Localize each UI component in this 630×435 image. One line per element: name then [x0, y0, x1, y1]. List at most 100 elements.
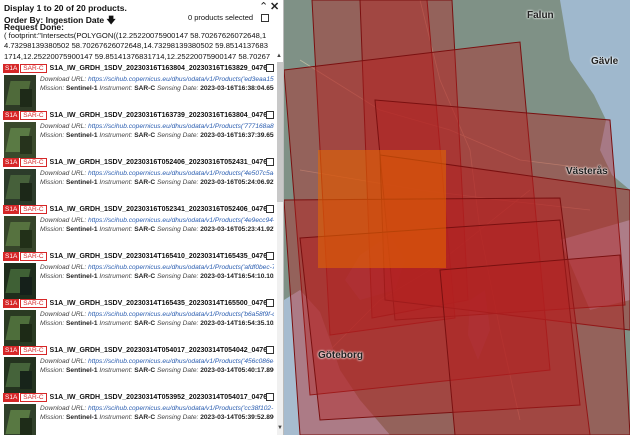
- download-url-link[interactable]: https://scihub.copernicus.eu/dhus/odata/…: [88, 123, 274, 130]
- mission-label: Mission:: [40, 132, 65, 139]
- products-panel: Display 1 to 20 of 20 products. Order By…: [0, 0, 284, 435]
- product-item[interactable]: S1A SAR-C S1A_IW_GRDH_1SDV_20230314T165435…: [3, 298, 274, 346]
- instrument-badge: SAR-C: [20, 204, 47, 214]
- product-title-row[interactable]: S1A SAR-C S1A_IW_GRDH_1SDV_20230314T165410…: [3, 251, 274, 261]
- product-item[interactable]: S1A SAR-C S1A_IW_GRDH_1SDV_20230316T163739…: [3, 110, 274, 158]
- instrument-badge: SAR-C: [20, 63, 47, 73]
- metadata-line: Mission: Sentinel-1 Instrument: SAR-C Se…: [40, 132, 274, 139]
- product-item[interactable]: S1A SAR-C S1A_IW_GRDH_1SDV_20230314T053952…: [3, 392, 274, 435]
- sensing-date-label: Sensing Date:: [156, 226, 199, 233]
- download-url-link[interactable]: https://scihub.copernicus.eu/dhus/odata/…: [88, 217, 274, 224]
- product-checkbox[interactable]: [266, 205, 274, 213]
- instrument-value: SAR-C: [134, 320, 156, 327]
- product-title-row[interactable]: S1A SAR-C S1A_IW_GRDH_1SDV_20230316T163739…: [3, 110, 274, 120]
- footprint-8[interactable]: [439, 254, 630, 435]
- product-name[interactable]: S1A_IW_GRDH_1SDV_20230314T053952_2023031…: [50, 394, 274, 401]
- product-checkbox[interactable]: [266, 393, 274, 401]
- thumbnail-shadow: [20, 136, 32, 154]
- scrollbar-thumb[interactable]: [277, 62, 283, 202]
- product-checkbox[interactable]: [266, 346, 274, 354]
- product-thumbnail[interactable]: [4, 310, 36, 346]
- instrument-label: Instrument:: [99, 273, 133, 280]
- product-title-row[interactable]: S1A SAR-C S1A_IW_GRDH_1SDV_20230314T053952…: [3, 392, 274, 402]
- mission-value: Sentinel-1: [66, 85, 98, 92]
- download-url-link[interactable]: https://scihub.copernicus.eu/dhus/odata/…: [88, 405, 274, 412]
- download-url-line: Download URL: https://scihub.copernicus.…: [40, 123, 274, 130]
- download-url-line: Download URL: https://scihub.copernicus.…: [40, 358, 274, 365]
- mission-label: Mission:: [40, 367, 65, 374]
- product-checkbox[interactable]: [266, 252, 274, 260]
- display-count: Display 1 to 20 of 20 products.: [4, 3, 127, 13]
- instrument-badge: SAR-C: [20, 157, 47, 167]
- product-title-row[interactable]: S1A SAR-C S1A_IW_GRDH_1SDV_20230316T052406…: [3, 157, 274, 167]
- area-of-interest[interactable]: [318, 150, 446, 268]
- thumbnail-shadow: [20, 418, 32, 435]
- product-item[interactable]: S1A SAR-C S1A_IW_GRDH_1SDV_20230316T163804…: [3, 63, 274, 111]
- scroll-down-icon[interactable]: ▼: [277, 425, 283, 431]
- product-checkbox[interactable]: [266, 299, 274, 307]
- thumbnail-shadow: [20, 277, 32, 295]
- place-falun: Falun: [527, 10, 554, 21]
- instrument-label: Instrument:: [99, 226, 133, 233]
- product-name[interactable]: S1A_IW_GRDH_1SDV_20230316T163739_2023031…: [50, 112, 274, 119]
- product-checkbox[interactable]: [266, 158, 274, 166]
- select-all-checkbox[interactable]: [261, 14, 269, 22]
- product-thumbnail[interactable]: [4, 169, 36, 205]
- product-item[interactable]: S1A SAR-C S1A_IW_GRDH_1SDV_20230314T165410…: [3, 251, 274, 299]
- product-name[interactable]: S1A_IW_GRDH_1SDV_20230314T165435_2023031…: [50, 300, 274, 307]
- product-thumbnail[interactable]: [4, 216, 36, 252]
- mission-value: Sentinel-1: [66, 367, 98, 374]
- arrow-down-icon[interactable]: 🡇: [107, 15, 116, 25]
- thumbnail-shadow: [20, 89, 32, 107]
- download-url-link[interactable]: https://scihub.copernicus.eu/dhus/odata/…: [88, 170, 274, 177]
- product-name[interactable]: S1A_IW_GRDH_1SDV_20230316T052341_2023031…: [50, 206, 274, 213]
- sensing-date-label: Sensing Date:: [156, 367, 199, 374]
- product-item[interactable]: S1A SAR-C S1A_IW_GRDH_1SDV_20230316T052406…: [3, 157, 274, 205]
- product-name[interactable]: S1A_IW_GRDH_1SDV_20230316T052406_2023031…: [50, 159, 274, 166]
- sensing-date-label: Sensing Date:: [156, 414, 199, 421]
- sensing-date-label: Sensing Date:: [156, 179, 199, 186]
- download-url-link[interactable]: https://scihub.copernicus.eu/dhus/odata/…: [88, 311, 274, 318]
- product-name[interactable]: S1A_IW_GRDH_1SDV_20230314T054017_2023031…: [50, 347, 274, 354]
- mission-badge: S1A: [3, 345, 20, 355]
- mission-value: Sentinel-1: [66, 273, 98, 280]
- instrument-value: SAR-C: [134, 414, 156, 421]
- scroll-up-icon[interactable]: ▲: [276, 53, 282, 59]
- download-url-link[interactable]: https://scihub.copernicus.eu/dhus/odata/…: [88, 358, 274, 365]
- product-checkbox[interactable]: [266, 111, 274, 119]
- product-thumbnail[interactable]: [4, 263, 36, 299]
- product-checkbox[interactable]: [266, 64, 274, 72]
- sensing-date-value: 2023-03-14T16:54:10.102Z: [200, 273, 274, 280]
- instrument-badge: SAR-C: [20, 345, 47, 355]
- product-thumbnail[interactable]: [4, 75, 36, 111]
- product-title-row[interactable]: S1A SAR-C S1A_IW_GRDH_1SDV_20230314T165435…: [3, 298, 274, 308]
- product-thumbnail[interactable]: [4, 122, 36, 158]
- chevron-up-icon[interactable]: ⌃: [259, 2, 268, 13]
- close-icon[interactable]: ✕: [270, 2, 279, 13]
- download-url-link[interactable]: https://scihub.copernicus.eu/dhus/odata/…: [88, 264, 274, 271]
- instrument-label: Instrument:: [99, 179, 133, 186]
- product-thumbnail[interactable]: [4, 357, 36, 393]
- metadata-line: Mission: Sentinel-1 Instrument: SAR-C Se…: [40, 367, 274, 374]
- sensing-date-label: Sensing Date:: [156, 85, 199, 92]
- download-url-line: Download URL: https://scihub.copernicus.…: [40, 311, 274, 318]
- instrument-badge: SAR-C: [20, 251, 47, 261]
- product-title-row[interactable]: S1A SAR-C S1A_IW_GRDH_1SDV_20230316T163804…: [3, 63, 274, 73]
- mission-label: Mission:: [40, 414, 65, 421]
- sensing-date-label: Sensing Date:: [156, 132, 199, 139]
- instrument-value: SAR-C: [134, 226, 156, 233]
- product-thumbnail[interactable]: [4, 404, 36, 435]
- metadata-line: Mission: Sentinel-1 Instrument: SAR-C Se…: [40, 226, 274, 233]
- product-name[interactable]: S1A_IW_GRDH_1SDV_20230316T163804_2023031…: [50, 65, 274, 72]
- download-url-label: Download URL:: [40, 405, 87, 412]
- download-url-link[interactable]: https://scihub.copernicus.eu/dhus/odata/…: [88, 76, 274, 83]
- product-title-row[interactable]: S1A SAR-C S1A_IW_GRDH_1SDV_20230316T052341…: [3, 204, 274, 214]
- instrument-label: Instrument:: [99, 367, 133, 374]
- download-url-line: Download URL: https://scihub.copernicus.…: [40, 170, 274, 177]
- instrument-badge: SAR-C: [20, 298, 47, 308]
- product-item[interactable]: S1A SAR-C S1A_IW_GRDH_1SDV_20230314T054017…: [3, 345, 274, 393]
- product-item[interactable]: S1A SAR-C S1A_IW_GRDH_1SDV_20230316T052341…: [3, 204, 274, 252]
- product-name[interactable]: S1A_IW_GRDH_1SDV_20230314T165410_2023031…: [50, 253, 274, 260]
- product-title-row[interactable]: S1A SAR-C S1A_IW_GRDH_1SDV_20230314T054017…: [3, 345, 274, 355]
- instrument-label: Instrument:: [99, 85, 133, 92]
